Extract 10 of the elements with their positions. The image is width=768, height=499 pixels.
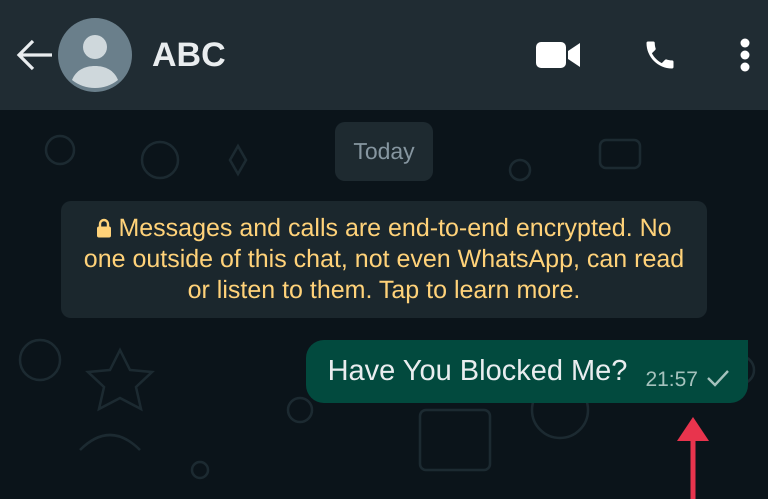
back-arrow-icon[interactable] bbox=[16, 38, 54, 72]
message-bubble[interactable]: Have You Blocked Me? 21:57 bbox=[306, 340, 748, 403]
message-text: Have You Blocked Me? bbox=[328, 354, 628, 388]
contact-name[interactable]: ABC bbox=[152, 30, 226, 80]
video-call-icon[interactable] bbox=[536, 39, 580, 71]
more-options-icon[interactable] bbox=[740, 38, 750, 72]
lock-icon bbox=[96, 218, 112, 238]
date-chip: Today bbox=[335, 122, 433, 180]
message-time: 21:57 bbox=[645, 366, 698, 392]
avatar-icon[interactable] bbox=[58, 18, 132, 92]
